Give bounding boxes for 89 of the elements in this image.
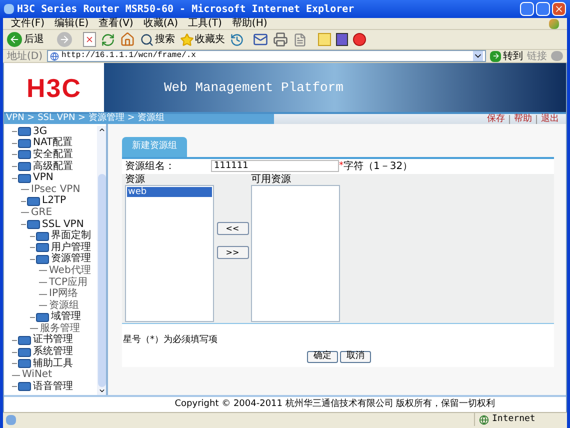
address-label: 地址(D) bbox=[7, 50, 43, 64]
tree-item[interactable]: L2TP bbox=[42, 196, 66, 206]
tree-item[interactable]: 证书管理 bbox=[33, 335, 73, 346]
tree-item[interactable]: 界面定制 bbox=[51, 231, 91, 242]
tree-item[interactable]: Web代理 bbox=[49, 266, 91, 276]
tree-item[interactable]: 资源管理 bbox=[51, 254, 91, 264]
menu-item[interactable]: 查看(V) bbox=[98, 18, 134, 28]
edit-icon[interactable] bbox=[293, 32, 307, 46]
list-option[interactable]: web bbox=[127, 186, 212, 196]
folder-icon bbox=[18, 150, 31, 160]
tree-item[interactable]: 语音管理 bbox=[33, 382, 73, 392]
required-mark: * bbox=[339, 162, 344, 170]
available-label: 可用资源 bbox=[251, 174, 292, 184]
tree-item[interactable]: 资源组 bbox=[49, 300, 79, 311]
folder-icon bbox=[18, 336, 31, 345]
go-arrow-icon bbox=[492, 52, 500, 60]
tree-item[interactable]: GRE bbox=[31, 208, 52, 218]
folder-icon bbox=[36, 232, 49, 241]
star-icon bbox=[180, 32, 194, 46]
add-button[interactable]: << bbox=[216, 222, 248, 234]
copyright-text: Copyright © 2004-2011 杭州华三通信技术有限公司 版权所有，保留一切权利 bbox=[174, 398, 496, 411]
home-icon[interactable] bbox=[120, 32, 135, 47]
search-button[interactable]: 搜索 bbox=[140, 32, 175, 47]
tree-item[interactable]: 辅助工具 bbox=[33, 358, 73, 369]
tree-item[interactable]: IP网络 bbox=[49, 289, 78, 300]
maximize-button[interactable] bbox=[536, 2, 550, 16]
length-hint: 字符（1－32） bbox=[344, 160, 413, 174]
tree-item[interactable]: 域管理 bbox=[51, 312, 81, 322]
menu-item[interactable]: 工具(T) bbox=[188, 18, 222, 28]
print-icon[interactable] bbox=[273, 32, 288, 47]
back-button[interactable]: 后退 bbox=[7, 32, 44, 47]
resources-label: 资源 bbox=[125, 174, 146, 184]
h3c-logo: H3C bbox=[26, 74, 82, 100]
tree-item[interactable]: 系统管理 bbox=[33, 347, 73, 358]
stop-icon[interactable] bbox=[83, 32, 96, 47]
form-button[interactable]: 取消 bbox=[340, 350, 371, 362]
tree-item[interactable]: VPN bbox=[33, 173, 54, 184]
folder-icon bbox=[18, 162, 31, 172]
search-icon bbox=[140, 32, 154, 46]
folder-icon bbox=[27, 196, 40, 206]
resources-listbox[interactable]: web bbox=[125, 184, 214, 322]
folder-icon bbox=[18, 127, 31, 136]
scrollbar[interactable] bbox=[97, 126, 106, 395]
close-button[interactable] bbox=[552, 2, 566, 16]
tree-item[interactable]: 安全配置 bbox=[33, 150, 73, 160]
tree-item[interactable]: IPsec VPN bbox=[31, 184, 80, 195]
top-link[interactable]: 保存 bbox=[483, 114, 509, 124]
window-title: H3C Series Router MSR50-60 - Microsoft Internet Explorer bbox=[17, 2, 354, 16]
tree-item[interactable]: 高级配置 bbox=[33, 162, 73, 172]
folder-icon bbox=[36, 254, 49, 264]
page-globe-icon bbox=[50, 52, 59, 60]
back-arrow-icon bbox=[9, 34, 20, 45]
name-field[interactable]: 111111 bbox=[211, 160, 339, 172]
folder-icon bbox=[36, 312, 49, 322]
required-note: 星号（*）为必须填写项 bbox=[123, 334, 218, 344]
folder-icon bbox=[18, 174, 31, 183]
globe-icon bbox=[479, 414, 489, 424]
header-banner: Web Management Platform bbox=[104, 63, 566, 112]
folder-icon bbox=[18, 359, 31, 368]
folder-icon bbox=[18, 348, 31, 357]
folder-icon bbox=[18, 382, 31, 392]
minimize-button[interactable] bbox=[520, 2, 534, 16]
close-icon bbox=[554, 4, 564, 14]
folder-icon bbox=[27, 220, 40, 230]
tree-item[interactable]: 3G bbox=[33, 126, 48, 137]
address-field[interactable]: http://16.1.1.1/wcn/frame/.x bbox=[46, 50, 486, 62]
history-icon[interactable] bbox=[230, 32, 244, 46]
name-label: 资源组名： bbox=[125, 160, 176, 174]
tree-item[interactable]: TCP应用 bbox=[49, 278, 88, 288]
zone-label: Internet bbox=[492, 412, 536, 426]
tree-item[interactable]: 服务管理 bbox=[40, 324, 80, 334]
tree-item[interactable]: 用户管理 bbox=[51, 242, 91, 253]
menu-item[interactable]: 编辑(E) bbox=[54, 18, 89, 28]
dropdown-icon[interactable] bbox=[473, 51, 483, 61]
scroll-up-icon[interactable] bbox=[98, 126, 106, 134]
tree-item[interactable]: WiNet bbox=[22, 370, 52, 380]
remove-button[interactable]: >> bbox=[216, 246, 248, 258]
menu-item[interactable]: 文件(F) bbox=[11, 18, 45, 28]
favorites-button[interactable]: 收藏夹 bbox=[180, 32, 225, 47]
menu-item[interactable]: 帮助(H) bbox=[232, 18, 268, 28]
folder-icon bbox=[36, 243, 49, 252]
tree-item[interactable]: NAT配置 bbox=[33, 138, 73, 148]
refresh-icon[interactable] bbox=[101, 32, 115, 46]
mail-icon[interactable] bbox=[253, 32, 268, 47]
form-button[interactable]: 确定 bbox=[307, 350, 338, 362]
menu-item[interactable]: 收藏(A) bbox=[143, 18, 178, 28]
tree-item[interactable]: SSL VPN bbox=[42, 220, 84, 230]
folder-icon bbox=[18, 138, 31, 148]
breadcrumb: VPN > SSL VPN > 资源管理 > 资源组 bbox=[4, 114, 274, 124]
